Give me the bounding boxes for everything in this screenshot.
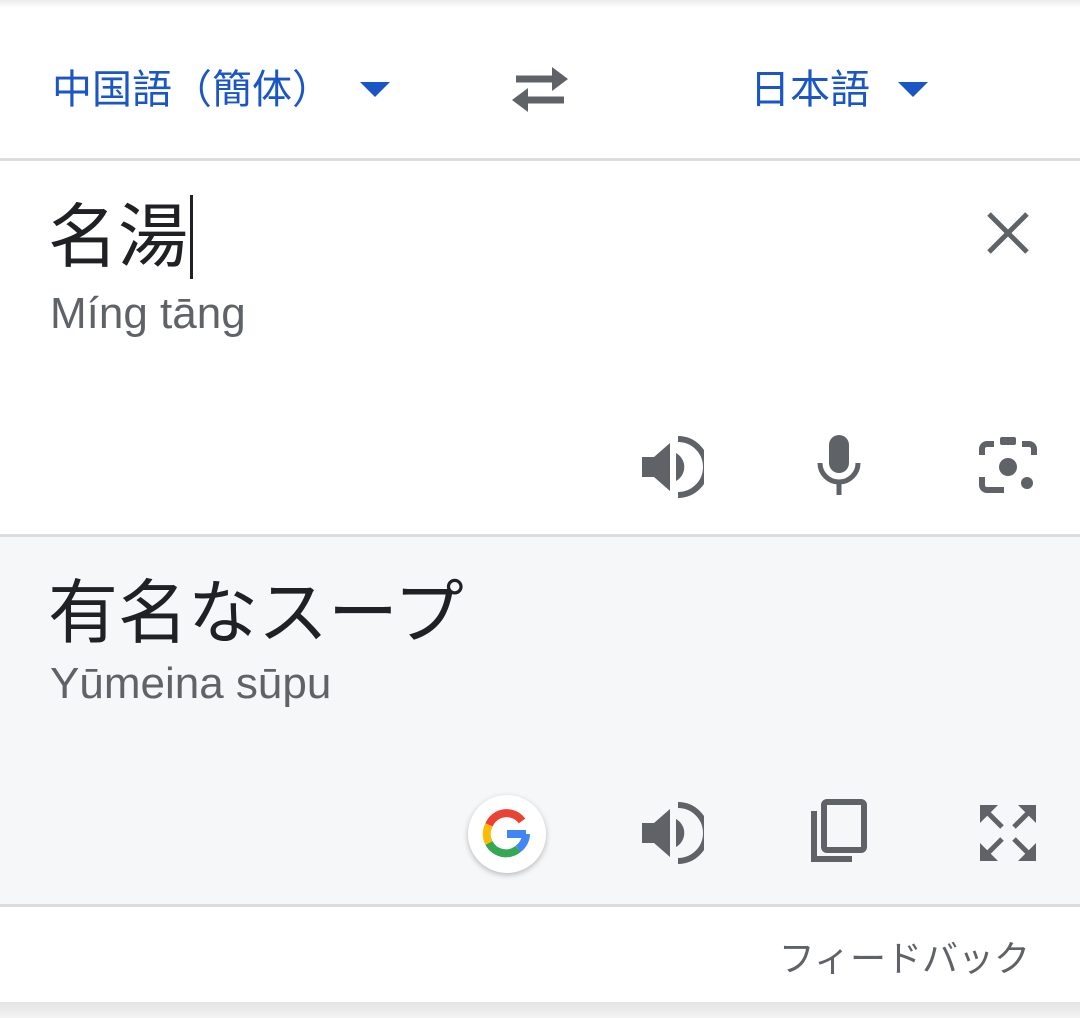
listen-translation-button[interactable] [640,801,709,865]
input-panel: 名湯 Míng tāng [0,161,1080,537]
bottom-divider [0,1002,1080,1018]
camera-lens-icon [979,437,1037,493]
translated-text: 有名なスープ [48,574,464,652]
speaker-icon [642,802,709,864]
fullscreen-icon [980,805,1036,861]
source-language-label: 中国語（簡体） [52,68,332,112]
dropdown-caret-icon [898,81,928,97]
feedback-link[interactable]: フィードバック [779,930,1030,982]
swap-arrows-icon [512,67,568,112]
target-romanization: Yūmeina sūpu [50,659,332,708]
google-g-icon [482,809,530,858]
output-panel: 有名なスープ Yūmeina sūpu [0,537,1080,907]
camera-translate-button[interactable] [976,435,1040,499]
close-icon [987,212,1029,254]
google-search-button[interactable] [468,795,546,873]
fullscreen-button[interactable] [976,801,1040,865]
listen-source-button[interactable] [640,435,709,499]
target-language-label: 日本語 [750,68,870,112]
dropdown-caret-icon [360,81,390,97]
target-language-selector[interactable]: 日本語 [750,56,928,116]
source-romanization: Míng tāng [50,289,246,338]
top-shadow [0,0,1080,8]
microphone-button[interactable] [815,433,863,497]
source-text-input[interactable]: 名湯 [48,195,193,279]
copy-translation-button[interactable] [808,799,868,865]
microphone-icon [817,435,861,495]
language-bar: 中国語（簡体） 日本語 [0,8,1080,161]
speaker-icon [642,436,709,498]
source-language-selector[interactable]: 中国語（簡体） [52,56,390,116]
swap-languages-button[interactable] [508,64,572,114]
clear-input-button[interactable] [984,209,1032,257]
copy-icon [811,799,867,862]
